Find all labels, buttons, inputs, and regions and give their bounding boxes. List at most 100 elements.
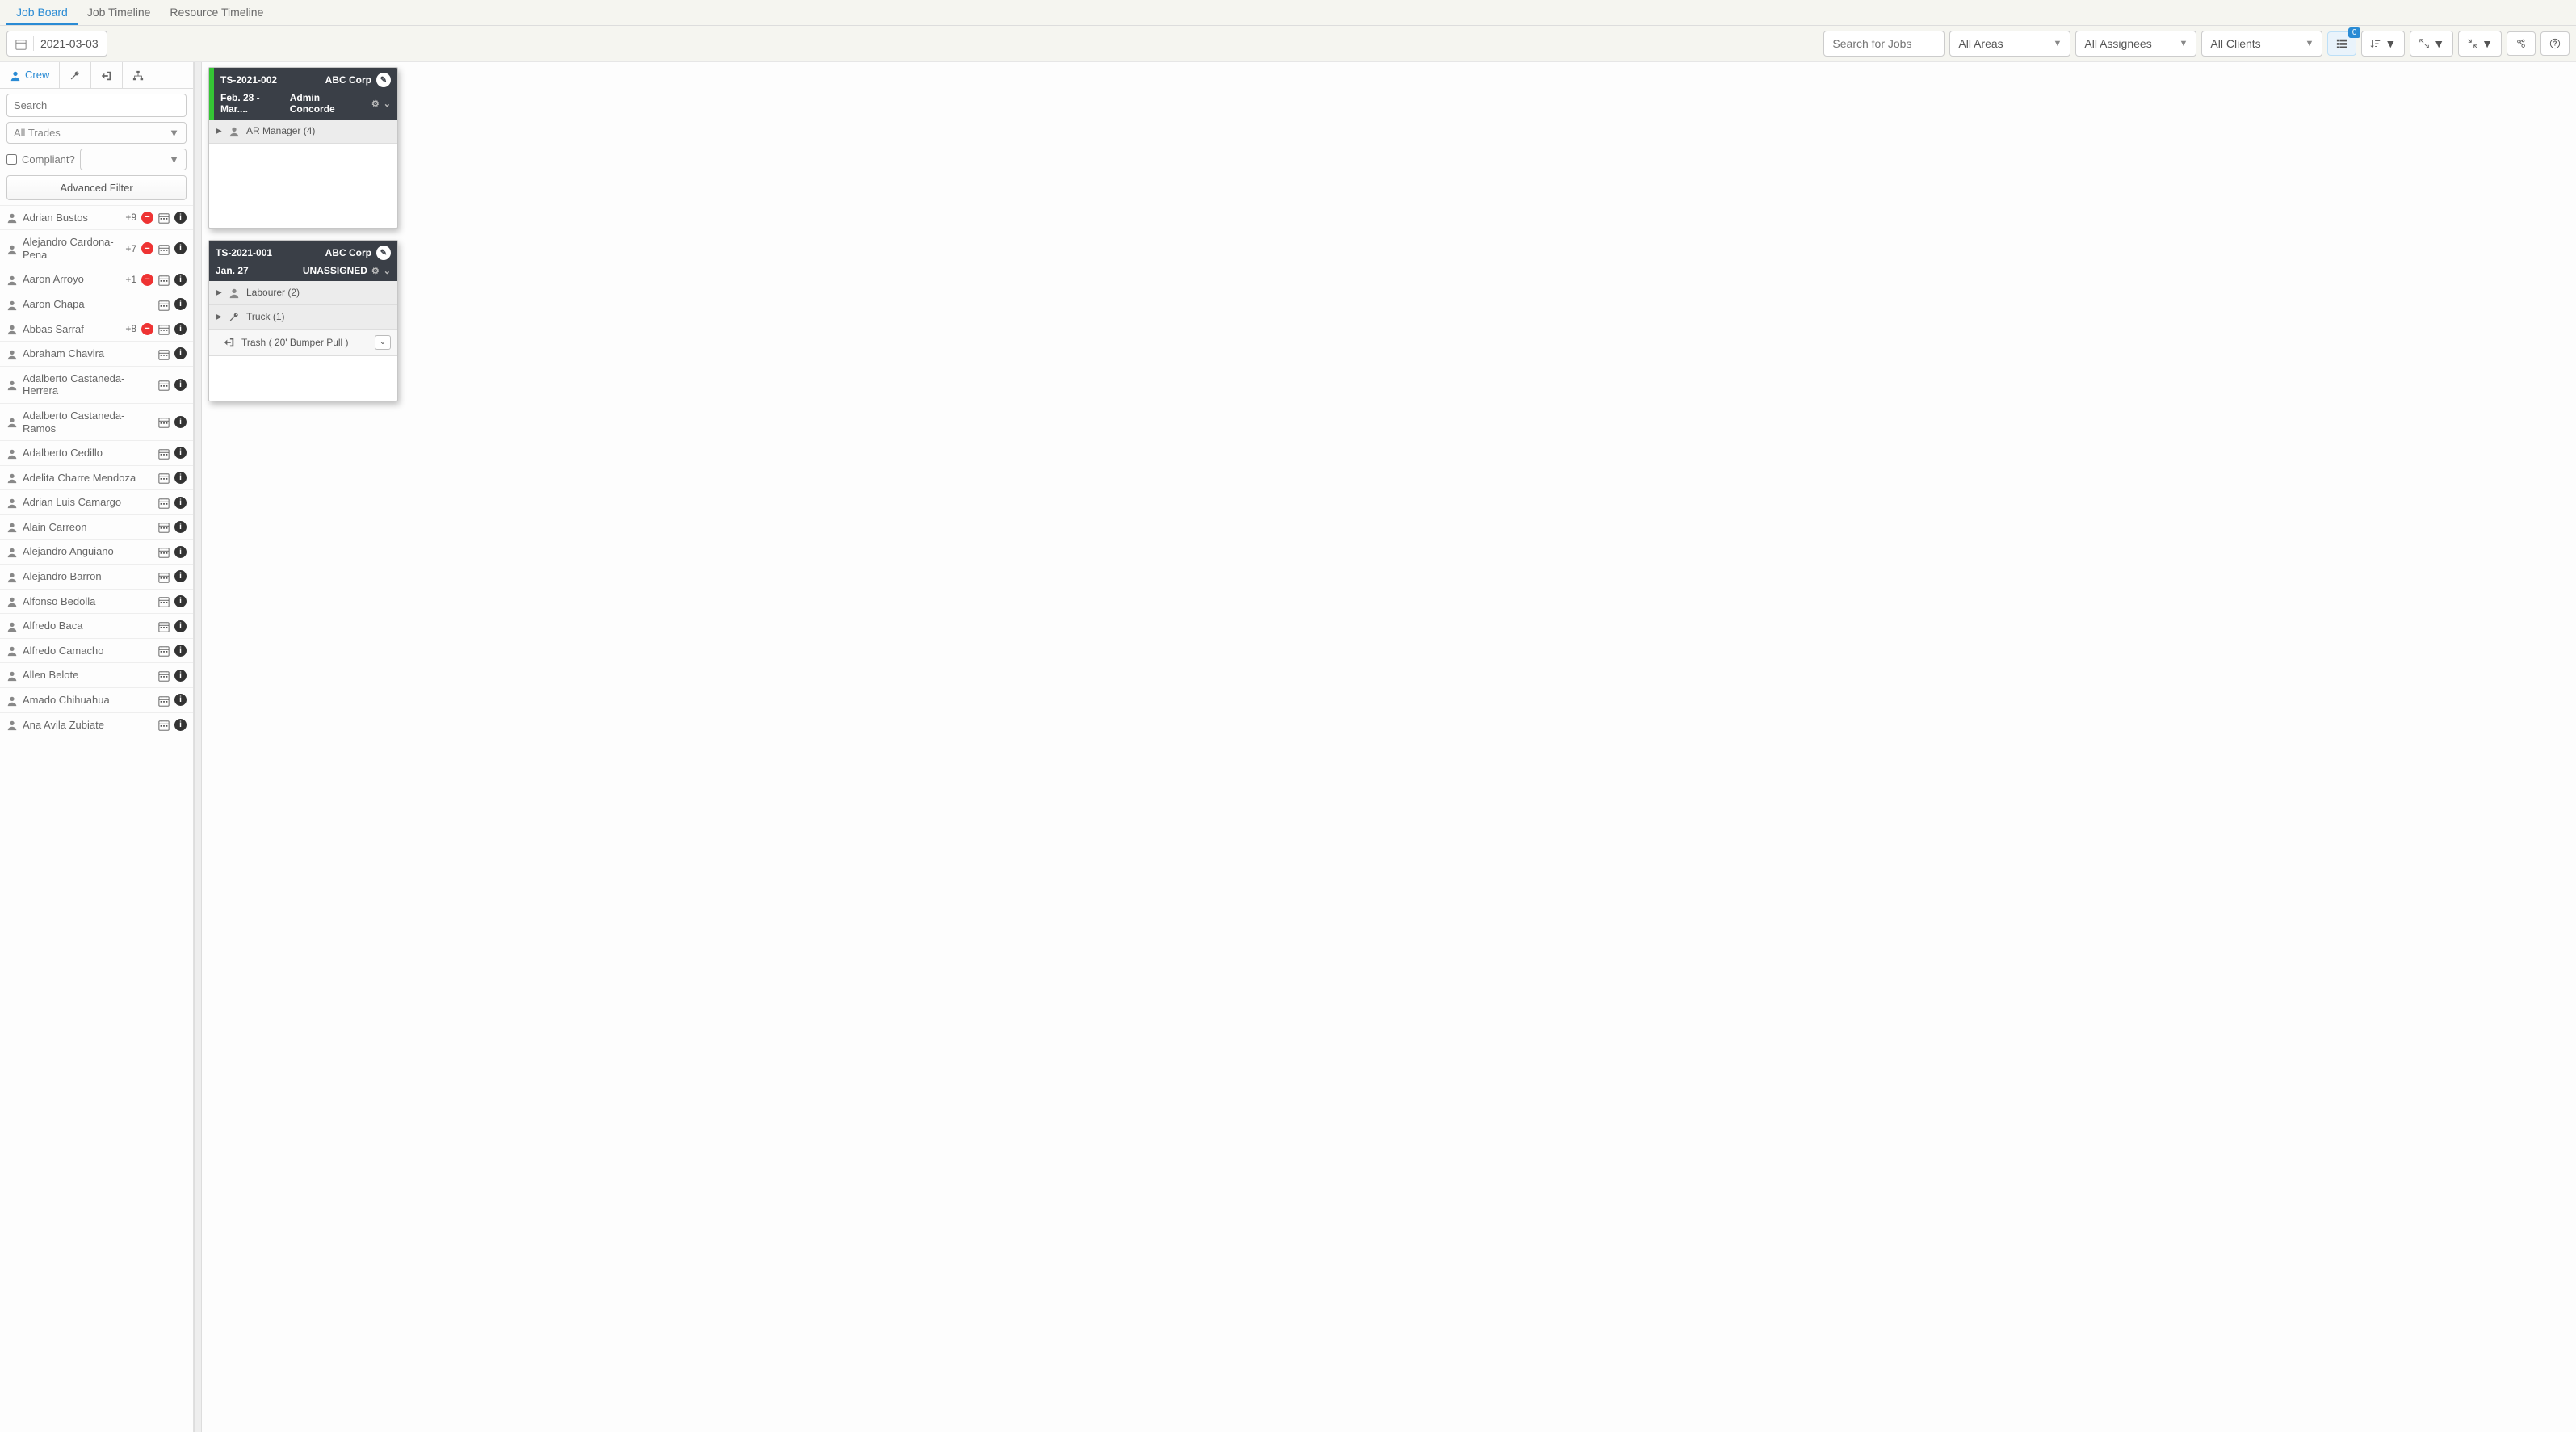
- chevron-down-icon[interactable]: ⌄: [384, 266, 391, 276]
- info-icon[interactable]: i: [174, 323, 187, 335]
- job-card[interactable]: TS-2021-001ABC Corp✎Jan. 27UNASSIGNED⚙⌄▶…: [208, 240, 398, 401]
- gear-icon[interactable]: ⚙: [371, 266, 380, 276]
- crew-item[interactable]: Aaron Chapai: [0, 292, 193, 317]
- crew-item[interactable]: Adalberto Cedilloi: [0, 441, 193, 466]
- sidebar-tab-import[interactable]: [91, 62, 123, 88]
- expand-icon[interactable]: ▶: [216, 288, 222, 297]
- assignees-select[interactable]: All Assignees▼: [2075, 31, 2196, 57]
- calendar-icon[interactable]: [158, 545, 170, 558]
- job-slot[interactable]: ▶AR Manager (4): [209, 120, 397, 144]
- nav-tab[interactable]: Resource Timeline: [160, 0, 273, 25]
- calendar-icon[interactable]: [158, 595, 170, 608]
- calendar-icon[interactable]: [158, 212, 170, 225]
- compliant-checkbox[interactable]: Compliant?: [6, 153, 75, 166]
- crew-list[interactable]: Adrian Bustos+9−iAlejandro Cardona-Pena+…: [0, 206, 193, 1432]
- job-slot[interactable]: ▶Truck (1): [209, 305, 397, 330]
- info-icon[interactable]: i: [174, 570, 187, 582]
- crew-item[interactable]: Alfredo Camachoi: [0, 639, 193, 664]
- calendar-icon[interactable]: [158, 521, 170, 534]
- info-icon[interactable]: i: [174, 645, 187, 657]
- crew-item[interactable]: Alain Carreoni: [0, 515, 193, 540]
- crew-item[interactable]: Amado Chihuahuai: [0, 688, 193, 713]
- info-icon[interactable]: i: [174, 347, 187, 359]
- collapse-button[interactable]: ▼: [2458, 31, 2502, 57]
- sidebar-tab-tools[interactable]: [60, 62, 91, 88]
- info-icon[interactable]: i: [174, 497, 187, 509]
- crew-item[interactable]: Alejandro Barroni: [0, 565, 193, 590]
- slot-dropdown[interactable]: ⌄: [375, 335, 391, 350]
- calendar-icon[interactable]: [158, 298, 170, 311]
- splitter[interactable]: [194, 62, 202, 1432]
- compliant-select[interactable]: ▼: [80, 149, 187, 170]
- info-icon[interactable]: i: [174, 242, 187, 254]
- crew-item[interactable]: Alejandro Anguianoi: [0, 540, 193, 565]
- calendar-icon[interactable]: [158, 570, 170, 583]
- sidebar-tab-crew[interactable]: Crew: [0, 62, 60, 88]
- sidebar-tab-orgtree[interactable]: [123, 62, 153, 88]
- job-card[interactable]: TS-2021-002ABC Corp✎Feb. 28 - Mar....Adm…: [208, 67, 398, 229]
- crew-item[interactable]: Ana Avila Zubiatei: [0, 713, 193, 738]
- calendar-icon[interactable]: [158, 323, 170, 336]
- calendar-icon[interactable]: [158, 496, 170, 509]
- info-icon[interactable]: i: [174, 670, 187, 682]
- calendar-icon[interactable]: [158, 694, 170, 707]
- trades-select[interactable]: All Trades ▼: [6, 122, 187, 144]
- calendar-icon[interactable]: [158, 669, 170, 682]
- crew-search-input[interactable]: [6, 94, 187, 117]
- calendar-icon[interactable]: [158, 379, 170, 392]
- gear-icon[interactable]: ⚙: [371, 99, 380, 109]
- settings-button[interactable]: [2507, 31, 2536, 56]
- clients-select[interactable]: All Clients▼: [2201, 31, 2322, 57]
- info-icon[interactable]: i: [174, 546, 187, 558]
- calendar-icon[interactable]: [158, 416, 170, 429]
- calendar-icon[interactable]: [158, 242, 170, 255]
- crew-item[interactable]: Allen Belotei: [0, 663, 193, 688]
- crew-item[interactable]: Adrian Luis Camargoi: [0, 490, 193, 515]
- compliant-checkbox-input[interactable]: [6, 154, 17, 165]
- sort-button[interactable]: ▼: [2361, 31, 2405, 57]
- info-icon[interactable]: i: [174, 274, 187, 286]
- areas-select[interactable]: All Areas▼: [1949, 31, 2070, 57]
- list-view-button[interactable]: 0: [2327, 31, 2356, 56]
- nav-tab[interactable]: Job Timeline: [78, 0, 161, 25]
- info-icon[interactable]: i: [174, 379, 187, 391]
- info-icon[interactable]: i: [174, 416, 187, 428]
- info-icon[interactable]: i: [174, 472, 187, 484]
- crew-item[interactable]: Adelita Charre Mendozai: [0, 466, 193, 491]
- expand-button[interactable]: ▼: [2410, 31, 2453, 57]
- calendar-icon[interactable]: [158, 273, 170, 286]
- info-icon[interactable]: i: [174, 694, 187, 706]
- help-button[interactable]: ?: [2540, 31, 2570, 56]
- crew-item[interactable]: Alfredo Bacai: [0, 614, 193, 639]
- calendar-icon[interactable]: [158, 447, 170, 460]
- crew-item[interactable]: Adrian Bustos+9−i: [0, 206, 193, 231]
- nav-tab[interactable]: Job Board: [6, 0, 78, 25]
- info-icon[interactable]: i: [174, 595, 187, 607]
- info-icon[interactable]: i: [174, 212, 187, 224]
- crew-item[interactable]: Alejandro Cardona-Pena+7−i: [0, 230, 193, 267]
- expand-icon[interactable]: ▶: [216, 313, 222, 321]
- job-slot[interactable]: ▶Labourer (2): [209, 281, 397, 305]
- crew-item[interactable]: Adalberto Castaneda-Herrerai: [0, 367, 193, 404]
- crew-item[interactable]: Adalberto Castaneda-Ramosi: [0, 404, 193, 441]
- info-icon[interactable]: i: [174, 620, 187, 632]
- info-icon[interactable]: i: [174, 447, 187, 459]
- info-icon[interactable]: i: [174, 298, 187, 310]
- chevron-down-icon[interactable]: ⌄: [384, 99, 391, 109]
- search-jobs-input[interactable]: [1823, 31, 1945, 57]
- calendar-icon[interactable]: [158, 347, 170, 360]
- calendar-icon[interactable]: [158, 645, 170, 657]
- info-icon[interactable]: i: [174, 719, 187, 731]
- advanced-filter-button[interactable]: Advanced Filter: [6, 175, 187, 200]
- date-picker[interactable]: 2021-03-03: [6, 31, 107, 57]
- crew-item[interactable]: Abraham Chavirai: [0, 342, 193, 367]
- pin-icon[interactable]: ✎: [376, 246, 391, 260]
- calendar-icon[interactable]: [158, 619, 170, 632]
- pin-icon[interactable]: ✎: [376, 73, 391, 87]
- calendar-icon[interactable]: [158, 719, 170, 732]
- crew-item[interactable]: Abbas Sarraf+8−i: [0, 317, 193, 342]
- expand-icon[interactable]: ▶: [216, 127, 222, 136]
- calendar-icon[interactable]: [158, 472, 170, 485]
- info-icon[interactable]: i: [174, 521, 187, 533]
- job-slot[interactable]: Trash ( 20' Bumper Pull )⌄: [209, 330, 397, 356]
